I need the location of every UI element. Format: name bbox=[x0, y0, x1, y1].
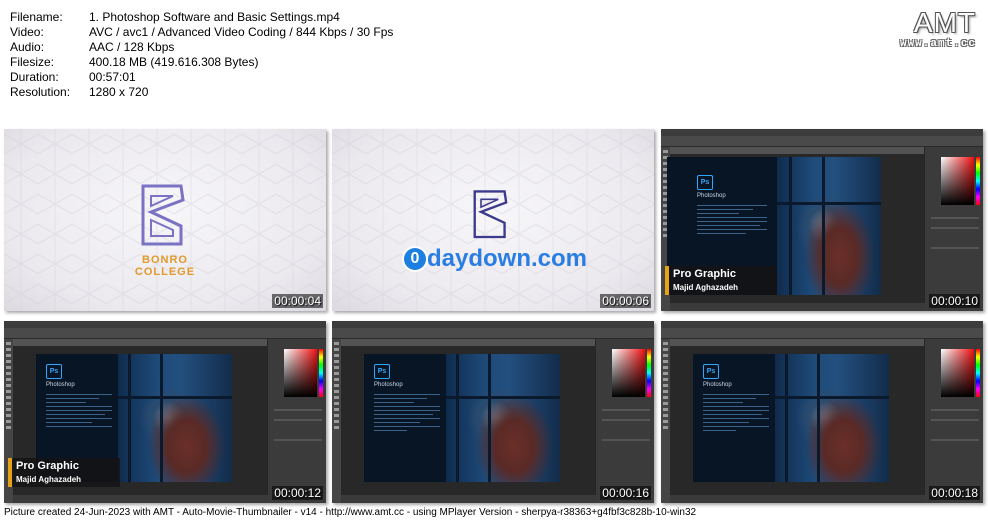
app-label: Photoshop bbox=[374, 382, 403, 388]
bonro-text: BONRO bbox=[142, 254, 188, 266]
ps-splash: Ps Photoshop bbox=[364, 354, 560, 482]
overlay-title: Pro Graphic bbox=[673, 268, 736, 280]
thumbnail-1[interactable]: BONRO COLLEGE 00:00:04 bbox=[4, 129, 326, 311]
timestamp: 00:00:10 bbox=[929, 294, 980, 308]
ps-options-bar bbox=[661, 328, 983, 339]
ps-status-bar bbox=[13, 495, 268, 503]
hue-slider bbox=[976, 157, 980, 205]
thumbnail-5[interactable]: Ps Photoshop 00:00:16 bbox=[332, 321, 654, 503]
intro-frame: BONRO COLLEGE bbox=[4, 129, 326, 311]
ps-menubar bbox=[4, 321, 326, 336]
color-picker bbox=[284, 349, 317, 397]
amt-url: www.amt.cc bbox=[899, 38, 976, 50]
college-text: COLLEGE bbox=[134, 266, 196, 278]
splash-photo bbox=[118, 354, 232, 482]
info-row-filename: Filename: 1. Photoshop Software and Basic… bbox=[10, 10, 340, 24]
amt-logo: AMT www.amt.cc bbox=[899, 7, 976, 51]
app-label: Photoshop bbox=[697, 193, 726, 199]
amt-logo-text: AMT bbox=[913, 7, 976, 38]
pro-graphic-overlay: Pro Graphic Majid Aghazadeh bbox=[665, 266, 777, 295]
splash-photo bbox=[777, 157, 881, 295]
ps-right-panels bbox=[924, 339, 983, 503]
hue-slider bbox=[647, 349, 651, 397]
info-row-audio: Audio: AAC / 128 Kbps bbox=[10, 40, 175, 54]
timestamp: 00:00:16 bbox=[600, 486, 651, 500]
file-info: Filename: 1. Photoshop Software and Basic… bbox=[10, 10, 393, 100]
overlay-title: Pro Graphic bbox=[16, 460, 79, 472]
ps-toolbar bbox=[332, 339, 341, 503]
color-picker bbox=[941, 157, 974, 205]
bonro-logo-icon bbox=[473, 190, 508, 239]
ps-badge-icon: Ps bbox=[46, 364, 62, 379]
ps-options-bar bbox=[4, 328, 326, 339]
ps-badge-icon: Ps bbox=[697, 175, 713, 190]
daydown-text: daydown.com bbox=[427, 245, 588, 272]
ps-right-panels bbox=[924, 147, 983, 311]
ps-status-bar bbox=[670, 303, 925, 311]
app-label: Photoshop bbox=[703, 382, 732, 388]
info-row-video: Video: AVC / avc1 / Advanced Video Coding… bbox=[10, 25, 394, 39]
hue-slider bbox=[976, 349, 980, 397]
ps-status-bar bbox=[341, 495, 596, 503]
ps-menubar bbox=[332, 321, 654, 336]
ps-badge-icon: Ps bbox=[703, 364, 719, 379]
splash-photo bbox=[446, 354, 560, 482]
thumbnail-3[interactable]: Ps Photoshop Pro Graphic Majid Aghazadeh… bbox=[661, 129, 983, 311]
timestamp: 00:00:12 bbox=[272, 486, 323, 500]
overlay-name: Majid Aghazadeh bbox=[673, 283, 739, 292]
color-picker bbox=[941, 349, 974, 397]
ps-splash: Ps Photoshop bbox=[693, 354, 889, 482]
daydown-watermark: 0 daydown.com bbox=[404, 245, 587, 273]
info-row-filesize: Filesize: 400.18 MB (419.616.308 Bytes) bbox=[10, 55, 259, 69]
footer-credit: Picture created 24-Jun-2023 with AMT - A… bbox=[4, 507, 697, 518]
thumbnail-2[interactable]: 0 daydown.com 00:00:06 bbox=[332, 129, 654, 311]
ps-menubar bbox=[661, 321, 983, 336]
bonro-logo-icon bbox=[141, 184, 185, 246]
timestamp: 00:00:18 bbox=[929, 486, 980, 500]
ps-menubar bbox=[661, 129, 983, 144]
ps-options-bar bbox=[661, 136, 983, 147]
ps-options-bar bbox=[332, 328, 654, 339]
ps-right-panels bbox=[267, 339, 326, 503]
splash-photo bbox=[775, 354, 889, 482]
thumbnail-6[interactable]: Ps Photoshop 00:00:18 bbox=[661, 321, 983, 503]
color-picker bbox=[612, 349, 645, 397]
ps-badge-icon: Ps bbox=[374, 364, 390, 379]
timestamp: 00:00:04 bbox=[272, 294, 323, 308]
ps-toolbar bbox=[661, 339, 670, 503]
overlay-name: Majid Aghazadeh bbox=[16, 475, 82, 484]
thumbnail-4[interactable]: Ps Photoshop Pro Graphic Majid Aghazadeh… bbox=[4, 321, 326, 503]
ps-status-bar bbox=[670, 495, 925, 503]
info-row-resolution: Resolution: 1280 x 720 bbox=[10, 85, 149, 99]
ps-right-panels bbox=[595, 339, 654, 503]
timestamp: 00:00:06 bbox=[600, 294, 651, 308]
intro-frame: 0 daydown.com bbox=[332, 129, 654, 311]
daydown-circle-icon: 0 bbox=[404, 248, 426, 270]
app-label: Photoshop bbox=[46, 382, 75, 388]
hue-slider bbox=[319, 349, 323, 397]
pro-graphic-overlay: Pro Graphic Majid Aghazadeh bbox=[8, 458, 120, 487]
info-row-duration: Duration: 00:57:01 bbox=[10, 70, 136, 84]
